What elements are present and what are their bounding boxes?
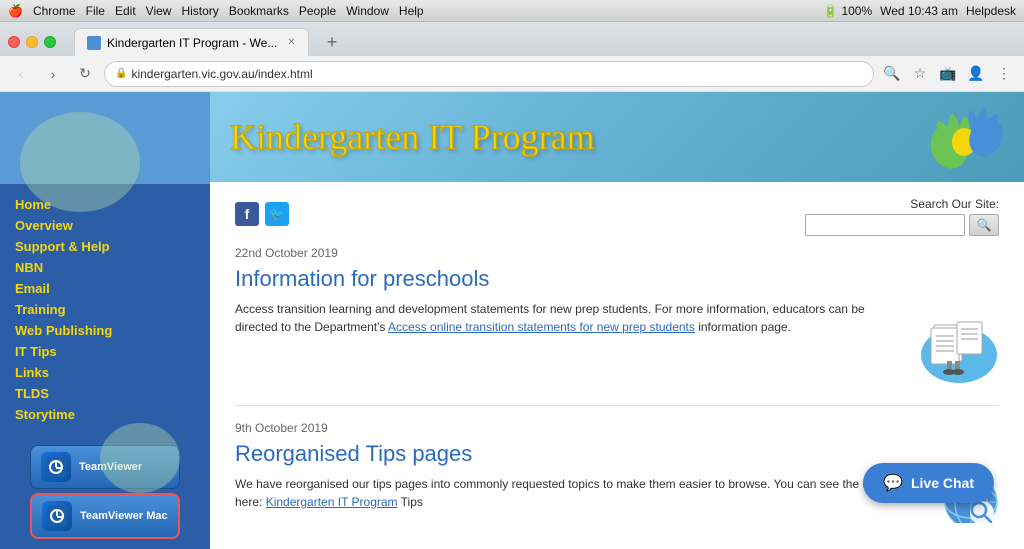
tab-title: Kindergarten IT Program - We... [107,36,277,50]
sidebar-item-email[interactable]: Email [0,278,210,299]
search-button[interactable]: 🔍 [969,214,999,236]
sidebar-item-webpublishing[interactable]: Web Publishing [0,320,210,341]
article-1-image [919,305,999,385]
active-tab[interactable]: Kindergarten IT Program - We... ✕ [74,28,309,56]
os-menubar: 🍎 Chrome File Edit View History Bookmark… [0,0,1024,22]
bg-blob-1 [20,112,140,212]
article-1-body: Access transition learning and developme… [235,300,999,390]
article-2-link[interactable]: Kindergarten IT Program [266,495,398,509]
apple-menu[interactable]: 🍎 [8,4,23,18]
menu-view[interactable]: View [146,4,172,18]
teamviewer-mac-label: TeamViewer Mac [80,510,168,522]
article-1-link[interactable]: Access online transition statements for … [388,320,695,334]
social-icons: f 🐦 [235,202,805,226]
chat-bubble-icon: 💬 [883,473,903,493]
article-1-title: Information for preschools [235,266,999,292]
lock-icon: 🔒 [115,68,127,79]
menu-icon-button[interactable]: ⋮ [992,62,1016,86]
tab-close-button[interactable]: ✕ [287,37,295,48]
cast-icon-button[interactable]: 📺 [936,62,960,86]
page-content: Kindergarten IT Program Home [0,92,1024,523]
search-icon-button[interactable]: 🔍 [880,62,904,86]
menu-file[interactable]: File [86,4,105,18]
site-title: Kindergarten IT Program [230,116,595,158]
new-tab-button[interactable]: + [319,32,346,53]
search-label: Search Our Site: [805,197,999,211]
sidebar-item-tlds[interactable]: TLDS [0,383,210,404]
address-bar[interactable]: 🔒 kindergarten.vic.gov.au/index.html [104,61,874,87]
menu-bookmarks[interactable]: Bookmarks [229,4,289,18]
article-2-date: 9th October 2019 [235,421,999,435]
menu-help[interactable]: Help [399,4,424,18]
maximize-button[interactable] [44,36,56,48]
sidebar-item-support[interactable]: Support & Help [0,236,210,257]
close-button[interactable] [8,36,20,48]
article-divider [235,405,999,406]
search-input[interactable] [805,214,965,236]
sidebar-nav: Home Overview Support & Help NBN Email T… [0,184,210,435]
profile-icon-button[interactable]: 👤 [964,62,988,86]
menu-history[interactable]: History [181,4,218,18]
facebook-icon[interactable]: f [235,202,259,226]
refresh-button[interactable]: ↻ [72,61,98,87]
article-1-date: 22nd October 2019 [235,246,999,260]
menu-window[interactable]: Window [346,4,389,18]
forward-button[interactable]: › [40,61,66,87]
nav-bar: ‹ › ↻ 🔒 kindergarten.vic.gov.au/index.ht… [0,56,1024,92]
sidebar-item-overview[interactable]: Overview [0,215,210,236]
back-button[interactable]: ‹ [8,61,34,87]
live-chat-button[interactable]: 💬 Live Chat [863,463,994,503]
url-text: kindergarten.vic.gov.au/index.html [131,67,312,81]
os-time: Wed 10:43 am [880,4,958,18]
bookmark-icon-button[interactable]: ☆ [908,62,932,86]
teamviewer-mac-icon [42,501,72,531]
twitter-icon[interactable]: 🐦 [265,202,289,226]
teamviewer-icon [41,452,71,482]
menu-edit[interactable]: Edit [115,4,136,18]
sidebar-item-nbn[interactable]: NBN [0,257,210,278]
live-chat-label: Live Chat [911,475,974,491]
search-bar: Search Our Site: 🔍 [805,197,999,236]
os-helpdesk: Helpdesk [966,4,1016,18]
tab-favicon [87,36,101,50]
site-header: Kindergarten IT Program [210,92,1024,182]
menu-people[interactable]: People [299,4,336,18]
article-1: 22nd October 2019 Information for presch… [235,246,999,390]
bg-blob-2 [100,423,180,493]
traffic-lights [8,36,56,48]
os-battery: 🔋 100% [823,4,872,18]
sidebar-item-storytime[interactable]: Storytime [0,404,210,425]
sidebar-item-training[interactable]: Training [0,299,210,320]
header-logo [924,102,1004,172]
sidebar-item-ittips[interactable]: IT Tips [0,341,210,362]
tab-bar: Kindergarten IT Program - We... ✕ + [0,22,1024,56]
minimize-button[interactable] [26,36,38,48]
teamviewer-mac-button[interactable]: TeamViewer Mac [30,493,180,539]
sidebar-item-links[interactable]: Links [0,362,210,383]
menu-chrome[interactable]: Chrome [33,4,76,18]
